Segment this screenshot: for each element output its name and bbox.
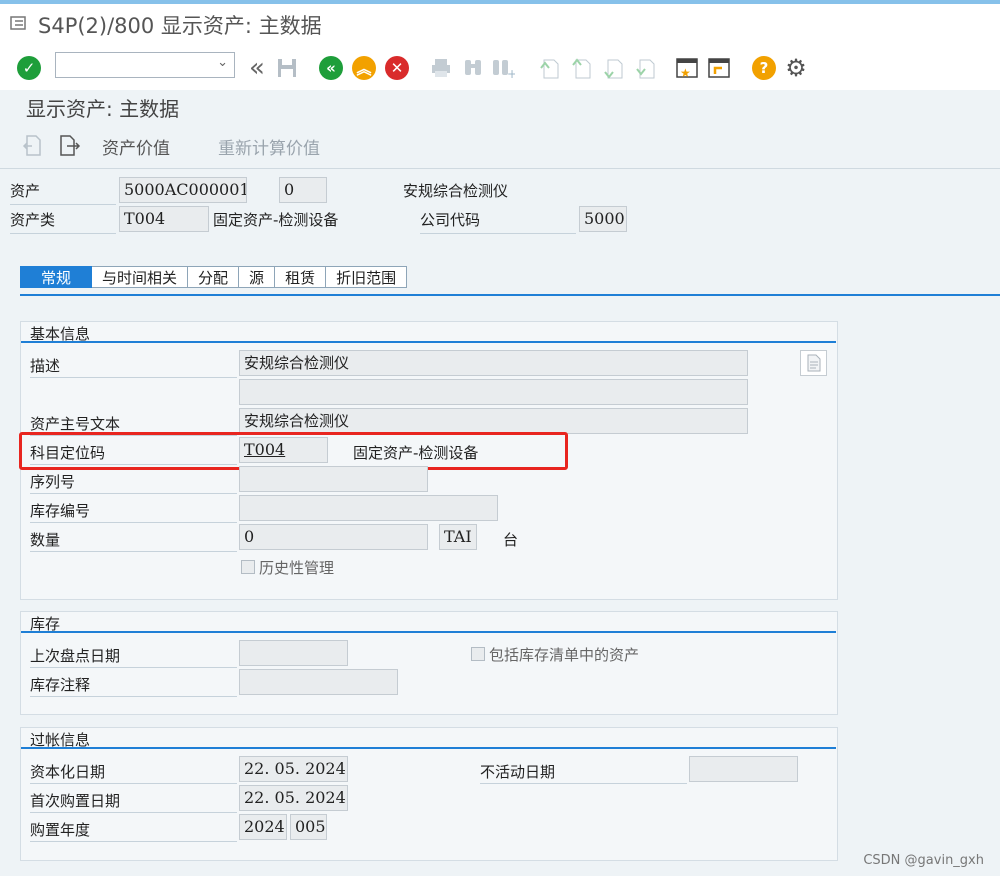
- cancel-icon[interactable]: ✕: [384, 55, 410, 81]
- last-page-icon[interactable]: [632, 55, 658, 81]
- find-icon[interactable]: [460, 55, 486, 81]
- tab-general[interactable]: 常规: [20, 266, 93, 288]
- generate-shortcut-icon[interactable]: [706, 55, 732, 81]
- include-in-inventory-label: 包括库存清单中的资产: [489, 646, 640, 664]
- acquisition-year-field[interactable]: 2024: [239, 814, 287, 840]
- save-icon[interactable]: [274, 55, 300, 81]
- asset-class-description: 固定资产-检测设备: [213, 211, 339, 229]
- capitalization-date-field[interactable]: 22. 05. 2024: [239, 756, 348, 782]
- previous-object-icon[interactable]: [22, 133, 44, 161]
- exit-icon[interactable]: ︽: [351, 55, 377, 81]
- serial-number-field[interactable]: [239, 466, 428, 492]
- settings-gear-icon[interactable]: ⚙: [783, 54, 809, 82]
- svg-text:+: +: [507, 67, 515, 79]
- unit-field[interactable]: TAI: [439, 524, 477, 550]
- asset-description-text: 安规综合检测仪: [403, 182, 509, 200]
- first-acquisition-date-field[interactable]: 22. 05. 2024: [239, 785, 348, 811]
- inventory-note-label: 库存注释: [30, 674, 237, 697]
- include-in-inventory-checkbox[interactable]: [471, 647, 485, 661]
- divider: [0, 168, 1000, 169]
- tab-time-dependent[interactable]: 与时间相关: [92, 266, 189, 288]
- application-toolbar: 资产价值 重新计算价值: [0, 125, 1000, 165]
- help-icon[interactable]: ?: [751, 55, 777, 81]
- deactivation-date-field[interactable]: [689, 756, 798, 782]
- quantity-field[interactable]: 0: [239, 524, 428, 550]
- group-title-line: [21, 341, 836, 343]
- asset-class-label: 资产类: [10, 209, 116, 234]
- description-field-2[interactable]: [239, 379, 748, 405]
- group-title-line: [21, 747, 836, 749]
- first-acquisition-date-label: 首次购置日期: [30, 790, 237, 813]
- inventory-note-field[interactable]: [239, 669, 398, 695]
- asset-value-button[interactable]: 资产价值: [102, 134, 170, 159]
- window-title: S4P(2)/800 显示资产: 主数据: [38, 14, 322, 38]
- company-code-field[interactable]: 5000: [579, 206, 627, 232]
- asset-number-field[interactable]: 5000AC000001: [119, 177, 247, 203]
- asset-subnumber-field[interactable]: 0: [279, 177, 327, 203]
- tab-origin[interactable]: 源: [239, 266, 276, 288]
- history-management-checkbox[interactable]: [241, 560, 255, 574]
- find-next-icon[interactable]: +: [490, 55, 516, 81]
- next-object-icon[interactable]: [58, 133, 82, 161]
- acquisition-period-field[interactable]: 005: [290, 814, 327, 840]
- last-inventory-date-label: 上次盘点日期: [30, 645, 237, 668]
- chevron-down-icon[interactable]: ⌄: [217, 55, 228, 70]
- history-management-label: 历史性管理: [259, 559, 335, 577]
- asset-class-field[interactable]: T004: [119, 206, 209, 232]
- back-icon[interactable]: «: [318, 55, 344, 81]
- double-left-icon[interactable]: «: [244, 53, 270, 83]
- capitalization-date-label: 资本化日期: [30, 761, 237, 784]
- recalculate-values-button[interactable]: 重新计算价值: [218, 134, 320, 159]
- asset-main-text-field[interactable]: 安规综合检测仪: [239, 408, 748, 434]
- tab-depreciation-areas[interactable]: 折旧范围: [326, 266, 408, 288]
- highlight-box: [19, 432, 568, 470]
- long-text-icon[interactable]: [800, 350, 827, 376]
- tab-allocations[interactable]: 分配: [188, 266, 240, 288]
- window-titlebar: S4P(2)/800 显示资产: 主数据: [0, 0, 1000, 44]
- inventory-number-field[interactable]: [239, 495, 498, 521]
- first-page-icon[interactable]: [536, 55, 562, 81]
- company-code-label: 公司代码: [420, 209, 576, 234]
- watermark: CSDN @gavin_gxh: [863, 853, 984, 868]
- enter-icon[interactable]: ✓: [16, 55, 42, 81]
- next-page-icon[interactable]: [600, 55, 626, 81]
- tab-underline: [20, 294, 1000, 296]
- last-inventory-date-field[interactable]: [239, 640, 348, 666]
- unit-text: 台: [503, 531, 519, 549]
- previous-page-icon[interactable]: [568, 55, 594, 81]
- svg-text:★: ★: [680, 66, 691, 80]
- command-field[interactable]: ⌄: [55, 52, 235, 78]
- description-field[interactable]: 安规综合检测仪: [239, 350, 748, 376]
- tab-strip: 常规 与时间相关 分配 源 租赁 折旧范围: [20, 266, 408, 290]
- print-icon[interactable]: [428, 55, 454, 81]
- deactivation-date-label: 不活动日期: [480, 761, 687, 784]
- quantity-label: 数量: [30, 529, 237, 552]
- menu-icon[interactable]: [10, 16, 28, 30]
- tab-leasing[interactable]: 租赁: [275, 266, 327, 288]
- inventory-number-label: 库存编号: [30, 500, 237, 523]
- page-title: 显示资产: 主数据: [26, 97, 180, 121]
- acquisition-year-label: 购置年度: [30, 819, 237, 842]
- serial-number-label: 序列号: [30, 471, 237, 494]
- description-label: 描述: [30, 355, 237, 378]
- create-session-icon[interactable]: ★: [674, 55, 700, 81]
- asset-label: 资产: [10, 180, 116, 205]
- group-title-line: [21, 631, 836, 633]
